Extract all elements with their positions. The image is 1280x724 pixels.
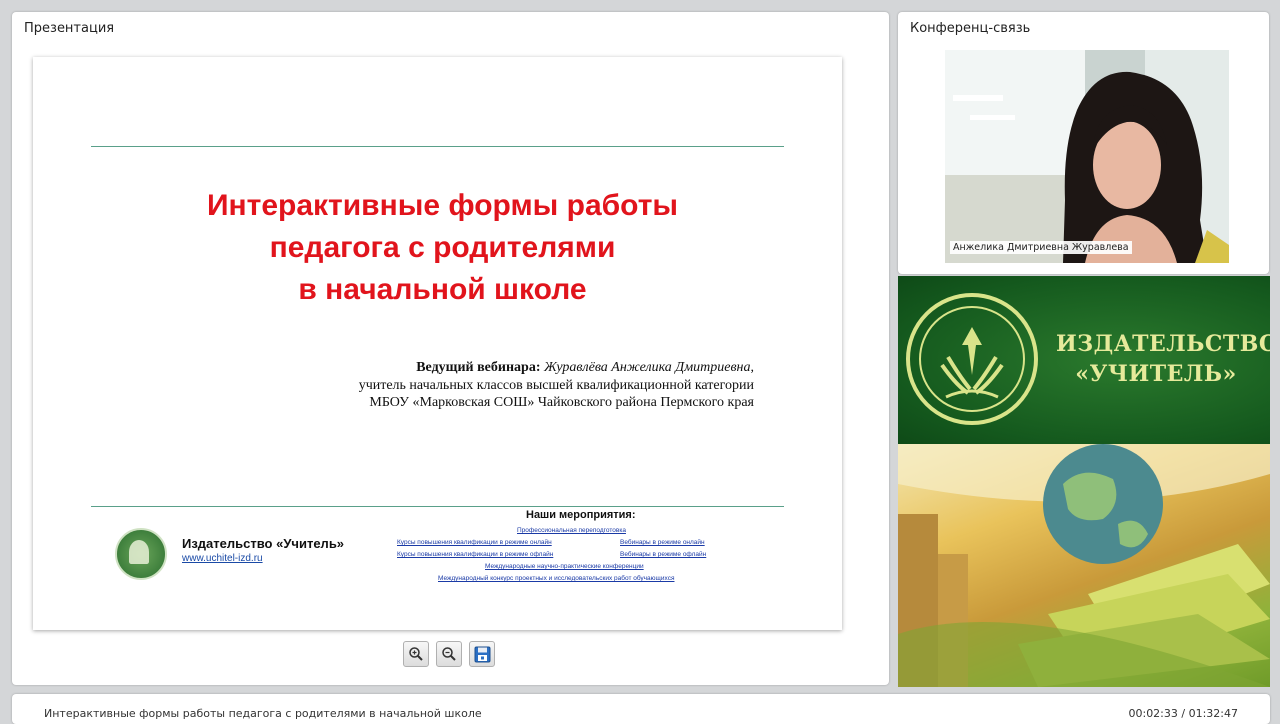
- save-button[interactable]: [469, 641, 495, 667]
- slide-bottom-rule: [91, 506, 784, 507]
- publisher-name: Издательство «Учитель»: [182, 536, 345, 551]
- event-link[interactable]: Профессиональная переподготовка: [517, 527, 626, 534]
- zoom-in-button[interactable]: [403, 641, 429, 667]
- publisher-logo-icon: [115, 528, 167, 580]
- host-school: МБОУ «Марковская СОШ» Чайковского района…: [369, 395, 754, 410]
- slide-title-line: педагога с родителями: [269, 231, 616, 264]
- publisher-banner: ИЗДАТЕЛЬСТВО «УЧИТЕЛЬ»: [898, 276, 1270, 444]
- publisher-logo-icon: [906, 293, 1038, 425]
- event-link[interactable]: Международные научно-практические конфер…: [485, 563, 644, 570]
- host-info: Ведущий вебинара: Журавлёва Анжелика Дми…: [358, 360, 754, 410]
- webcam-video: [945, 50, 1229, 263]
- presentation-slide: Интерактивные формы работы педагога с ро…: [33, 57, 842, 630]
- participant-name-label: Анжелика Дмитриевна Журавлева: [950, 241, 1132, 254]
- publisher-url-link[interactable]: www.uchitel-izd.ru: [182, 553, 263, 564]
- host-label: Ведущий вебинара:: [416, 360, 541, 375]
- slide-title-line: в начальной школе: [298, 273, 587, 306]
- host-name: Журавлёва Анжелика Дмитриевна: [543, 360, 751, 375]
- slide-title: Интерактивные формы работы педагога с ро…: [73, 185, 812, 311]
- publisher-banner-text: ИЗДАТЕЛЬСТВО «УЧИТЕЛЬ»: [1056, 331, 1270, 387]
- event-link[interactable]: Курсы повышения квалификации в режиме оф…: [397, 551, 553, 558]
- playback-time: 00:02:33 / 01:32:47: [1128, 707, 1238, 720]
- presentation-panel-title: Презентация: [24, 21, 115, 36]
- slide-title-line: Интерактивные формы работы: [206, 189, 679, 222]
- slide-top-rule: [91, 146, 784, 147]
- books-globe-image: [898, 444, 1270, 687]
- host-position: учитель начальных классов высшей квалифи…: [358, 377, 754, 393]
- webcam-feed-image: [945, 50, 1229, 263]
- zoom-in-icon: [409, 647, 423, 661]
- presentation-panel: Презентация Интерактивные формы работы п…: [12, 12, 889, 685]
- event-link[interactable]: Вебинары в режиме офлайн: [620, 551, 706, 558]
- conference-panel-title: Конференц-связь: [910, 21, 1031, 36]
- zoom-out-icon: [442, 647, 456, 661]
- event-link[interactable]: Вебинары в режиме онлайн: [620, 539, 705, 546]
- event-link[interactable]: Международный конкурс проектных и исслед…: [438, 575, 674, 582]
- conference-panel: Конференц-связь Анжелика Дмитриевна Жура…: [898, 12, 1269, 274]
- events-title: Наши мероприятия:: [526, 509, 636, 521]
- event-link[interactable]: Курсы повышения квалификации в режиме он…: [397, 539, 552, 546]
- zoom-out-button[interactable]: [436, 641, 462, 667]
- webinar-title: Интерактивные формы работы педагога с ро…: [44, 707, 482, 720]
- save-icon: [474, 646, 491, 663]
